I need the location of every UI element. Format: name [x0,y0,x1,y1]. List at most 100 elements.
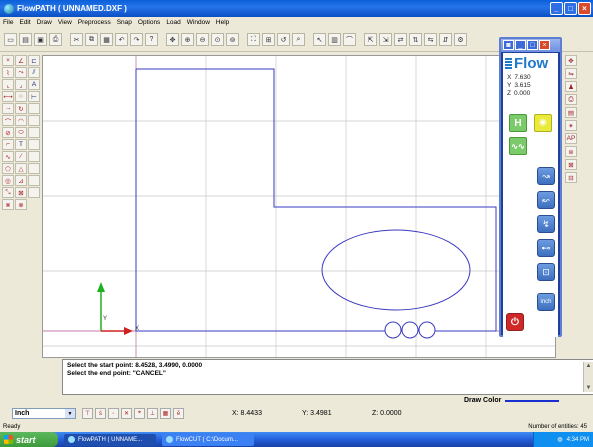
explode-icon[interactable]: ⊗ [15,199,27,210]
polyline-icon[interactable]: ⊏ [28,55,40,66]
arc-icon[interactable]: ⌒ [2,115,14,126]
menu-edit[interactable]: Edit [19,19,30,26]
right-tool-6-icon[interactable]: ✴ [565,120,577,131]
blank8-icon[interactable] [28,187,40,198]
new-file-icon[interactable]: ▭ [4,33,17,46]
menu-window[interactable]: Window [187,19,210,26]
redo-icon[interactable]: ↷ [130,33,143,46]
circle-icon[interactable]: ○ [15,91,27,102]
hole-circle-3[interactable] [418,321,436,339]
draw-color-indicator[interactable]: Draw Color [464,397,560,404]
delta-icon[interactable]: ⊿ [15,175,27,186]
line-icon[interactable]: ∠ [15,55,27,66]
snap-nearest-icon[interactable]: ⌖ [134,408,145,419]
print-icon[interactable]: ⎙ [49,33,62,46]
hole-circle-2[interactable] [401,321,419,339]
ellipse-cutout[interactable] [321,229,471,311]
h-button[interactable]: H [509,114,527,132]
tray-icon[interactable]: ◍ [557,436,562,443]
scroll-down-icon[interactable]: ▼ [586,384,592,392]
zoom-out-icon[interactable]: ⊖ [196,33,209,46]
blank7-icon[interactable] [28,175,40,186]
path-lead-icon[interactable]: ⇲ [379,33,392,46]
undo-icon[interactable]: ↶ [115,33,128,46]
right-tool-4-icon[interactable]: ⎙ [565,94,577,105]
blank4-icon[interactable] [28,139,40,150]
copy-icon[interactable]: ⧉ [85,33,98,46]
menu-load[interactable]: Load [166,19,180,26]
chamfer-icon[interactable]: ⌟ [15,79,27,90]
scale-icon[interactable]: ⤡ [2,187,14,198]
dimension-icon[interactable]: ⊢ [28,91,40,102]
ellipse-icon[interactable]: ⬭ [15,127,27,138]
right-tool-8-icon[interactable]: ⊜ [565,146,577,157]
menu-draw[interactable]: Draw [37,19,52,26]
drawing-canvas[interactable]: Y X [42,55,556,358]
taskbar-item-flowcut[interactable]: FlowCUT ( C:\Docum... [162,433,254,446]
panel-maximize-button[interactable]: □ [527,40,538,50]
snap-center-icon[interactable]: ◦ [108,408,119,419]
path-tool-1-icon[interactable]: ↝ [537,167,555,185]
path-tool-2-icon[interactable]: ↜ [537,191,555,209]
inch-button[interactable]: inch [537,293,555,311]
command-log[interactable]: Select the start point: 8.4528, 3.4990, … [62,359,593,395]
snap-endpoint-icon[interactable]: ⊤ [82,408,93,419]
tangent-icon[interactable]: ⌐ [2,139,14,150]
text-tool-icon[interactable]: A [28,79,40,90]
menu-help[interactable]: Help [216,19,229,26]
cross-icon[interactable]: ⊠ [15,187,27,198]
zoom-realtime-icon[interactable]: ⌕ [292,33,305,46]
snap-perp-icon[interactable]: ⊥ [147,408,158,419]
measure-icon[interactable]: ⌒ [343,33,356,46]
cut-icon[interactable]: ✂ [70,33,83,46]
right-tool-7-icon[interactable]: AP [565,133,577,144]
target-icon[interactable]: ◎ [2,175,14,186]
layer-icon[interactable]: ▥ [328,33,341,46]
polygon-icon[interactable]: ⬠ [2,163,14,174]
path-tool-3-icon[interactable]: ↯ [537,215,555,233]
blank3-icon[interactable] [28,127,40,138]
triangle-icon[interactable]: △ [15,163,27,174]
panel-minimize-button[interactable]: _ [515,40,526,50]
arc-center-icon[interactable]: ⊘ [2,127,14,138]
zoom-previous-icon[interactable]: ↺ [277,33,290,46]
paste-icon[interactable]: ▦ [100,33,113,46]
menu-view[interactable]: View [58,19,72,26]
close-button[interactable]: × [578,2,591,15]
blank1-icon[interactable] [28,103,40,114]
start-button[interactable]: start [0,432,58,447]
zoom-fit-icon[interactable]: ⊞ [262,33,275,46]
taskbar-item-flowpath[interactable]: FlowPATH ( UNNAME... [64,433,156,446]
minimize-button[interactable]: _ [550,2,563,15]
flow-panel-titlebar[interactable]: ◙ _ □ × [501,39,560,52]
blank5-icon[interactable] [28,151,40,162]
command-scrollbar[interactable]: ▲ ▼ [583,362,593,392]
zoom-window-icon[interactable]: ⊙ [211,33,224,46]
panel-menu-icon[interactable]: ◙ [503,40,514,50]
rotate-icon[interactable]: ↻ [15,103,27,114]
move-icon[interactable]: → [2,103,14,114]
wave-icon[interactable]: ∿∿ [509,137,527,155]
power-icon[interactable]: ⏻ [506,313,524,331]
path-tool-4-icon[interactable]: ⊷ [537,239,555,257]
right-tool-9-icon[interactable]: ⊠ [565,159,577,170]
path-tool-5-icon[interactable]: ⊡ [537,263,555,281]
help-icon[interactable]: ? [145,33,158,46]
chevron-down-icon[interactable]: ▼ [65,409,75,418]
sun-icon[interactable]: ✳ [534,114,552,132]
snap-intersect-icon[interactable]: ✕ [121,408,132,419]
open-file-icon[interactable]: ▤ [19,33,32,46]
right-tool-1-icon[interactable]: ✥ [565,55,577,66]
array-icon[interactable]: ⋇ [2,199,14,210]
right-tool-2-icon[interactable]: ⇋ [565,68,577,79]
blank6-icon[interactable] [28,163,40,174]
path-flip-icon[interactable]: ⇆ [424,33,437,46]
panel-close-button[interactable]: × [539,40,550,50]
scroll-up-icon[interactable]: ▲ [586,362,592,370]
zoom-extents-icon[interactable]: ⛶ [247,33,260,46]
fillet-icon[interactable]: ⌞ [2,79,14,90]
hole-circle-1[interactable] [384,321,402,339]
snap-tangent-icon[interactable]: ē [173,408,184,419]
extend-icon[interactable]: ⤳ [15,67,27,78]
spline-icon[interactable]: ∿ [2,151,14,162]
